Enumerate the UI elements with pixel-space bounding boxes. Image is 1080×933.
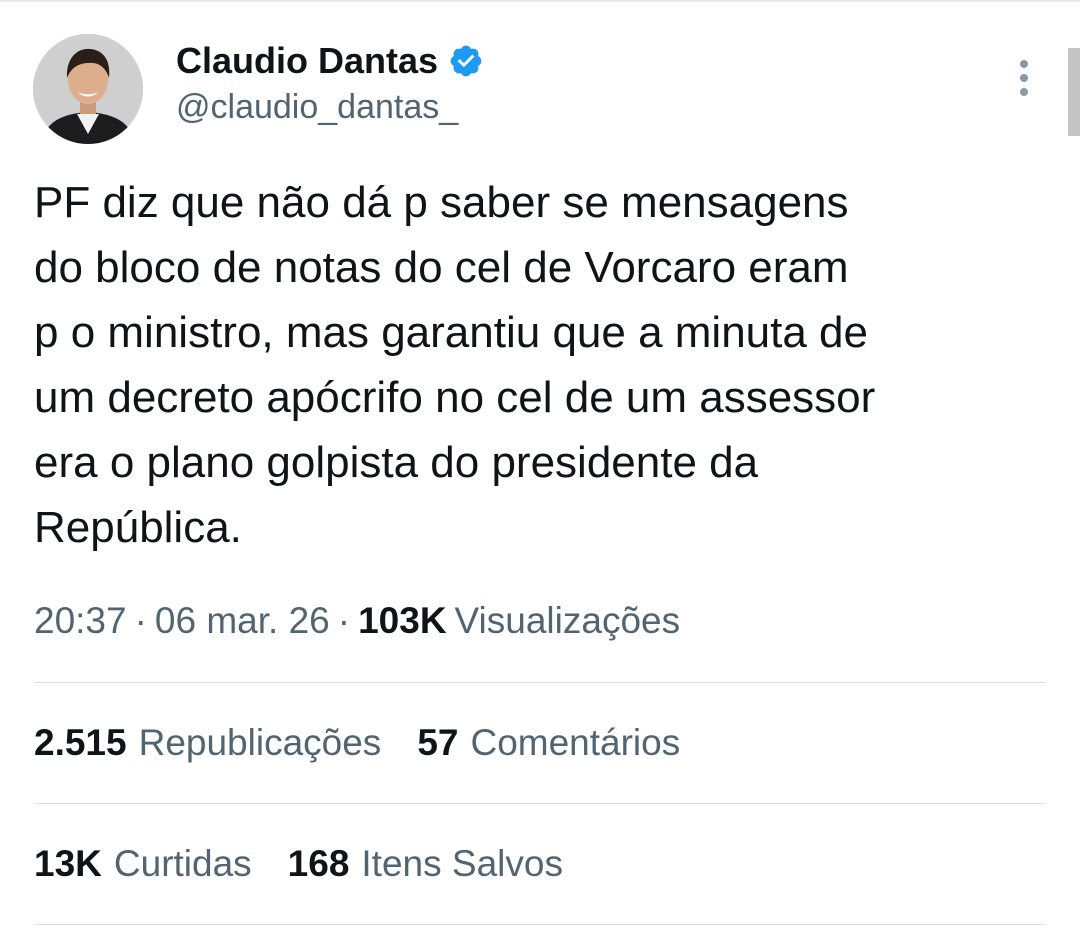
comments-count: 57 [417,722,459,763]
divider [34,682,1046,683]
verified-badge-icon [450,45,482,77]
likes-stat[interactable]: 13K Curtidas [34,843,252,885]
saves-label: Itens Salvos [361,843,563,884]
meta-separator: · [134,600,147,641]
author-name-row[interactable]: Claudio Dantas [176,38,484,84]
divider [34,924,1046,925]
tweet-text: PF diz que não dá p saber se mensagens d… [34,178,876,552]
likes-count: 13K [34,843,102,884]
engagement-row-1: 2.515 Republicações 57 Comentários [34,722,716,764]
reposts-stat[interactable]: 2.515 Republicações [34,722,381,764]
tweet-meta: 20:37 · 06 mar. 26 · 103K Visualizações [34,600,680,642]
saves-count: 168 [287,843,350,884]
views-count: 103K [358,600,447,641]
reposts-count: 2.515 [34,722,127,763]
saves-stat[interactable]: 168 Itens Salvos [288,843,563,885]
tweet-date[interactable]: 06 mar. 26 [155,600,330,642]
more-vertical-icon [1020,60,1028,96]
tweet-time[interactable]: 20:37 [34,600,127,642]
reposts-label: Republicações [138,722,382,763]
avatar[interactable] [33,34,143,144]
comments-stat[interactable]: 57 Comentários [417,722,680,764]
scrollbar[interactable] [1068,48,1080,136]
top-border [0,0,1080,2]
engagement-row-2: 13K Curtidas 168 Itens Salvos [34,843,599,885]
display-name[interactable]: Claudio Dantas [176,40,438,82]
views-label: Visualizações [454,600,681,641]
avatar-photo [33,34,143,144]
meta-separator: · [337,600,351,641]
author-handle[interactable]: @claudio_dantas_ [176,88,458,127]
more-options-button[interactable] [1004,58,1044,98]
divider [34,803,1046,804]
comments-label: Comentários [470,722,681,763]
likes-label: Curtidas [113,843,252,884]
